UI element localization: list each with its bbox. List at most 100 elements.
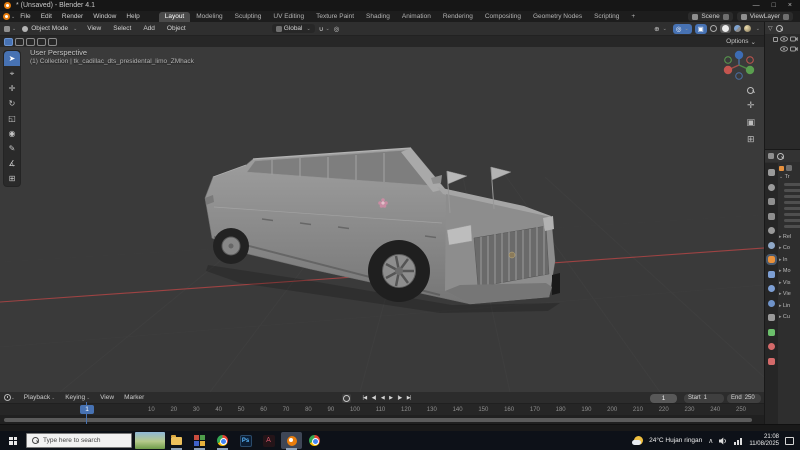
viewport-tool-button[interactable]: ⊞ bbox=[4, 171, 20, 186]
playback-button[interactable]: ▶| bbox=[404, 395, 413, 401]
select-mode-subtract-icon[interactable] bbox=[26, 37, 35, 46]
workspace-tab[interactable]: Geometry Nodes bbox=[527, 12, 588, 22]
axis-x-neg-handle[interactable] bbox=[746, 56, 754, 64]
viewport-tool-button[interactable]: ✛ bbox=[4, 81, 20, 96]
viewport-menu[interactable]: Object bbox=[161, 24, 192, 33]
scene-selector[interactable]: Scene bbox=[688, 12, 733, 21]
filter-funnel-icon[interactable]: ▽ bbox=[768, 25, 773, 32]
new-view-layer-icon[interactable] bbox=[783, 13, 789, 20]
workspace-tab[interactable]: Modeling bbox=[190, 12, 228, 22]
snap-magnet-icon[interactable]: ∪ bbox=[319, 25, 324, 33]
workspace-tab[interactable]: + bbox=[625, 12, 641, 22]
proportional-edit-icon[interactable]: ◎ bbox=[334, 25, 340, 33]
timeline-menu[interactable]: View bbox=[95, 394, 119, 401]
playback-button[interactable]: ▶ bbox=[387, 395, 395, 401]
taskbar-blender-active[interactable] bbox=[280, 431, 303, 450]
axis-x-handle[interactable] bbox=[723, 65, 733, 75]
current-frame-field[interactable]: 1 bbox=[650, 393, 677, 403]
perspective-toggle-icon[interactable]: ⊞ bbox=[747, 134, 755, 145]
viewport-tool-button[interactable]: ∡ bbox=[4, 156, 20, 171]
workspace-tab[interactable]: Scripting bbox=[588, 12, 625, 22]
viewport-tool-button[interactable]: ◱ bbox=[4, 111, 20, 126]
object-mode-dropdown[interactable]: Object Mode ⌄ bbox=[22, 25, 77, 32]
shading-wireframe-button[interactable] bbox=[709, 25, 717, 32]
weather-text[interactable]: 24°C Hujan ringan bbox=[649, 437, 702, 444]
viewport-tool-button[interactable]: ➤ bbox=[4, 51, 20, 66]
xray-toggle[interactable]: ▣ bbox=[694, 23, 707, 34]
taskbar-search-input[interactable]: Type here to search bbox=[26, 433, 132, 448]
tab-scene-icon[interactable] bbox=[768, 227, 775, 234]
search-icon[interactable] bbox=[775, 24, 783, 32]
tab-texture-icon[interactable] bbox=[768, 357, 775, 365]
outliner-row-collection[interactable] bbox=[765, 34, 800, 44]
tab-object-data-icon[interactable] bbox=[768, 328, 775, 336]
taskbar-file-explorer[interactable] bbox=[165, 431, 188, 450]
axis-z-handle[interactable] bbox=[734, 50, 744, 60]
menubar-menu[interactable]: File bbox=[15, 12, 35, 21]
camera-icon[interactable] bbox=[790, 36, 798, 42]
checkbox-icon[interactable] bbox=[773, 36, 778, 42]
shading-material-button[interactable] bbox=[733, 25, 741, 32]
editor-type-icon[interactable] bbox=[4, 25, 10, 32]
frame-end-field[interactable]: End 250 bbox=[727, 393, 761, 403]
workspace-tab[interactable]: Shading bbox=[360, 12, 396, 22]
taskbar-chrome[interactable] bbox=[211, 431, 234, 450]
notification-center-icon[interactable] bbox=[785, 436, 794, 445]
shading-rendered-button[interactable] bbox=[743, 25, 751, 32]
shading-solid-button[interactable] bbox=[719, 24, 731, 33]
viewport-tool-button[interactable]: ✎ bbox=[4, 141, 20, 156]
transform-field[interactable] bbox=[784, 224, 800, 228]
maximize-button[interactable]: □ bbox=[772, 2, 776, 9]
clock-datetime[interactable]: 21:08 11/08/2025 bbox=[749, 434, 779, 448]
taskbar-adobe-app[interactable]: A bbox=[257, 431, 280, 450]
tab-view-layer-icon[interactable] bbox=[768, 212, 775, 220]
playback-button[interactable]: |◀ bbox=[360, 395, 369, 401]
gizmo-toggle[interactable]: ⊕ ⌄ bbox=[651, 24, 670, 34]
panel-header[interactable]: Co bbox=[779, 245, 799, 251]
panel-header[interactable]: Mo bbox=[779, 268, 799, 274]
camera-view-icon[interactable]: ▣ bbox=[746, 117, 755, 128]
workspace-tab[interactable]: Compositing bbox=[479, 12, 527, 22]
timeline-scrollbar[interactable] bbox=[4, 417, 752, 422]
playback-button[interactable]: ◀| bbox=[369, 395, 378, 401]
tab-output-icon[interactable] bbox=[768, 198, 775, 205]
eye-icon[interactable] bbox=[780, 36, 788, 42]
transform-field[interactable] bbox=[784, 206, 800, 210]
panel-header[interactable]: Cu bbox=[779, 314, 799, 320]
panel-header[interactable]: In bbox=[779, 257, 799, 263]
tab-object-icon[interactable] bbox=[766, 254, 777, 265]
pan-hand-icon[interactable]: ✛ bbox=[747, 100, 755, 111]
navigation-gizmo[interactable] bbox=[720, 49, 758, 83]
panel-header[interactable]: Rel bbox=[779, 234, 799, 240]
volume-icon[interactable] bbox=[719, 437, 728, 445]
viewport-tool-button[interactable]: ⌖ bbox=[4, 66, 20, 81]
overlays-toggle[interactable]: ◎ ⌄ bbox=[672, 23, 692, 34]
current-frame-badge[interactable]: 1 bbox=[80, 405, 94, 414]
viewport-menu[interactable]: View bbox=[81, 24, 107, 33]
axis-z-neg-handle[interactable] bbox=[735, 72, 743, 80]
blender-menu-button[interactable]: ⌄ bbox=[3, 13, 15, 20]
panel-header[interactable]: Vis bbox=[779, 280, 799, 286]
viewport-tool-button[interactable]: ↻ bbox=[4, 96, 20, 111]
new-scene-icon[interactable] bbox=[722, 13, 729, 20]
tab-tool-icon[interactable] bbox=[768, 169, 775, 176]
camera-icon[interactable] bbox=[790, 46, 798, 52]
transform-field[interactable] bbox=[784, 188, 800, 192]
tab-particles-icon[interactable] bbox=[768, 285, 775, 292]
search-icon[interactable] bbox=[777, 152, 784, 160]
close-button[interactable]: × bbox=[788, 2, 792, 9]
network-icon[interactable] bbox=[734, 437, 743, 445]
workspace-tab[interactable]: Texture Paint bbox=[310, 12, 360, 22]
transform-field[interactable] bbox=[784, 194, 800, 198]
view-layer-selector[interactable]: ViewLayer bbox=[736, 12, 793, 21]
tab-world-icon[interactable] bbox=[768, 241, 775, 249]
axis-y-neg-handle[interactable] bbox=[724, 56, 732, 64]
tray-expand-icon[interactable]: ∧ bbox=[708, 437, 713, 445]
transform-field[interactable] bbox=[784, 182, 800, 186]
minimize-button[interactable]: — bbox=[753, 2, 760, 9]
menubar-menu[interactable]: Help bbox=[121, 12, 144, 21]
frame-start-field[interactable]: Start 1 bbox=[684, 393, 724, 403]
panel-header[interactable]: Vie bbox=[779, 291, 799, 297]
tab-physics-icon[interactable] bbox=[768, 299, 775, 307]
menubar-menu[interactable]: Window bbox=[88, 12, 121, 21]
